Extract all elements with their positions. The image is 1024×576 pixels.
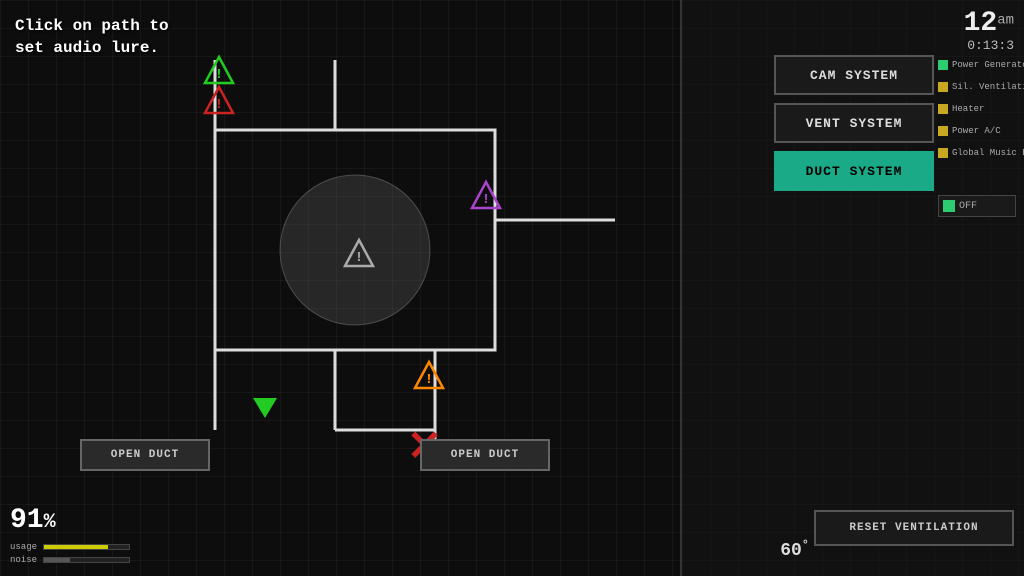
status-global-music: Global Music Box <box>938 143 1016 163</box>
status-dot-sil-vent <box>938 82 948 92</box>
status-dot-heater <box>938 104 948 114</box>
main-canvas: Click on path to set audio lure. ! ! <box>0 0 680 576</box>
noise-bar-track <box>43 557 130 563</box>
status-heater: Heater <box>938 99 1016 119</box>
noise-bar-fill <box>44 558 70 562</box>
open-duct-left-button[interactable]: OPEN DUCT <box>80 439 210 471</box>
warning-red: ! <box>205 87 233 113</box>
right-panel: 12am 0:13:3 CAM SYSTEM VENT SYSTEM DUCT … <box>680 0 1024 576</box>
svg-text:!: ! <box>482 192 490 208</box>
cam-system-button[interactable]: CAM SYSTEM <box>774 55 934 95</box>
usage-bars: usage noise <box>10 542 130 568</box>
usage-bar-fill <box>44 545 108 549</box>
status-power-gen: Power Generator <box>938 55 1016 75</box>
svg-text:!: ! <box>425 372 433 388</box>
status-sil-vent: Sil. Ventilation <box>938 77 1016 97</box>
duct-system-button[interactable]: DUCT SYSTEM <box>774 151 934 191</box>
off-dot <box>943 200 955 212</box>
usage-bar-track <box>43 544 130 550</box>
time-display: 12am 0:13:3 <box>964 10 1014 53</box>
status-power-ac: Power A/C <box>938 121 1016 141</box>
open-duct-right-button[interactable]: OPEN DUCT <box>420 439 550 471</box>
warning-orange: ! <box>415 362 443 388</box>
status-dot-power-gen <box>938 60 948 70</box>
svg-text:!: ! <box>215 97 223 113</box>
status-dot-power-ac <box>938 126 948 136</box>
svg-text:!: ! <box>355 250 363 266</box>
vent-system-button[interactable]: VENT SYSTEM <box>774 103 934 143</box>
status-panel: Power Generator Sil. Ventilation Heater … <box>938 55 1016 163</box>
warning-green: ! <box>205 57 233 83</box>
temperature-display: 60° <box>780 538 809 561</box>
svg-text:!: ! <box>215 67 223 83</box>
down-arrow <box>253 398 277 418</box>
status-dot-global-music <box>938 148 948 158</box>
duct-map-svg[interactable]: ! ! ! ! ! ✕ <box>20 50 670 480</box>
reset-ventilation-button[interactable]: RESET VENTILATION <box>814 510 1014 546</box>
off-toggle[interactable]: OFF <box>938 195 1016 217</box>
system-buttons: CAM SYSTEM VENT SYSTEM DUCT SYSTEM <box>774 55 934 191</box>
percent-display: 91% <box>10 505 56 536</box>
